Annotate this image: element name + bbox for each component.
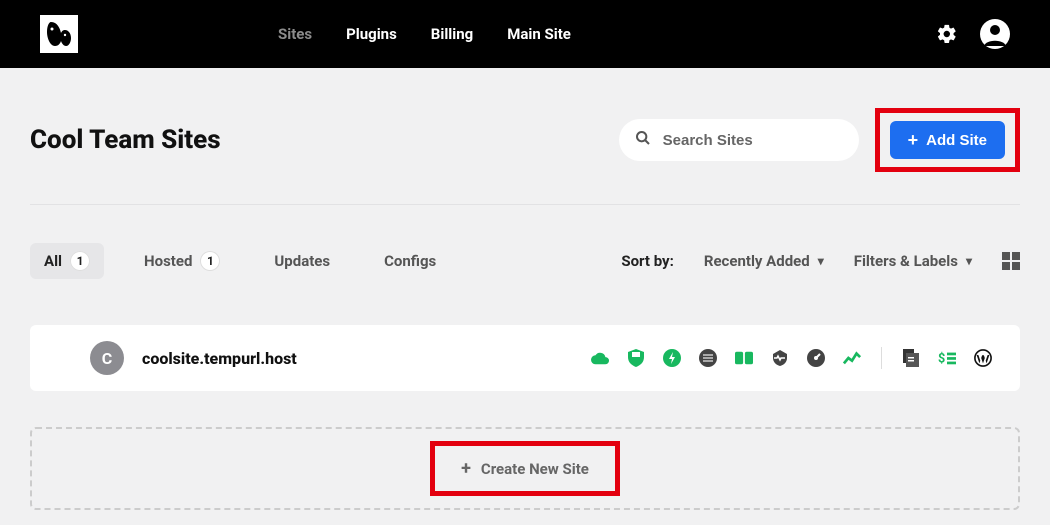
site-avatar: C	[90, 341, 124, 375]
gauge-icon[interactable]	[807, 349, 825, 367]
create-new-site-box: + Create New Site	[30, 427, 1020, 510]
filter-tab-count: 1	[70, 251, 90, 271]
create-new-site-button[interactable]: + Create New Site	[430, 441, 620, 496]
nav-plugins[interactable]: Plugins	[346, 25, 397, 43]
nav-billing[interactable]: Billing	[431, 25, 473, 43]
pricing-icon[interactable]: $	[938, 349, 956, 367]
filters-labels-text: Filters & Labels	[854, 252, 958, 270]
search-input[interactable]	[619, 119, 859, 161]
site-row[interactable]: C coolsite.tempurl.host $	[30, 325, 1020, 391]
add-site-button[interactable]: + Add Site	[890, 121, 1005, 159]
sort-dropdown[interactable]: Recently Added ▾	[704, 252, 824, 270]
health-icon[interactable]	[771, 349, 789, 367]
filter-tab-label: Hosted	[144, 252, 192, 270]
page-header: Cool Team Sites + Add Site	[30, 108, 1020, 172]
site-feature-icons: $	[591, 347, 992, 369]
grid-view-icon[interactable]	[1002, 252, 1020, 270]
main-nav: Sites Plugins Billing Main Site	[278, 25, 571, 43]
search-wrapper	[619, 119, 859, 161]
shield-icon[interactable]	[627, 349, 645, 367]
search-icon	[635, 130, 651, 150]
analytics-icon[interactable]	[843, 349, 861, 367]
sort-by-label: Sort by:	[621, 252, 674, 270]
add-site-highlight: + Add Site	[875, 108, 1020, 172]
create-new-site-label: Create New Site	[481, 460, 589, 478]
plus-icon: +	[908, 131, 919, 149]
settings-icon[interactable]	[936, 23, 958, 45]
template-icon[interactable]	[902, 349, 920, 367]
brand-logo[interactable]	[40, 15, 78, 53]
chevron-down-icon: ▾	[966, 254, 972, 268]
performance-icon[interactable]	[663, 349, 681, 367]
svg-text:$: $	[938, 352, 945, 367]
filter-tab-hosted[interactable]: Hosted 1	[130, 243, 234, 279]
site-name: coolsite.tempurl.host	[142, 349, 297, 368]
nav-sites[interactable]: Sites	[278, 25, 312, 43]
cards-icon[interactable]	[735, 349, 753, 367]
stack-icon[interactable]	[699, 349, 717, 367]
plus-icon: +	[461, 458, 471, 479]
filter-tab-count: 1	[200, 251, 220, 271]
chevron-down-icon: ▾	[818, 254, 824, 268]
cloud-icon[interactable]	[591, 349, 609, 367]
topbar: Sites Plugins Billing Main Site	[0, 0, 1050, 68]
filter-tab-all[interactable]: All 1	[30, 243, 104, 279]
filter-toolbar: All 1 Hosted 1 Updates Configs Sort by: …	[30, 243, 1020, 279]
sort-value: Recently Added	[704, 252, 810, 270]
filters-labels-dropdown[interactable]: Filters & Labels ▾	[854, 252, 972, 270]
filter-tab-label: All	[44, 252, 62, 270]
filter-tab-configs[interactable]: Configs	[370, 244, 450, 278]
divider	[30, 204, 1020, 205]
wordpress-icon[interactable]	[974, 349, 992, 367]
divider-line	[881, 347, 882, 369]
add-site-label: Add Site	[926, 132, 987, 149]
user-avatar-icon[interactable]	[980, 19, 1010, 49]
nav-main-site[interactable]: Main Site	[507, 25, 571, 43]
filter-tab-updates[interactable]: Updates	[260, 244, 344, 278]
page-title: Cool Team Sites	[30, 125, 221, 155]
